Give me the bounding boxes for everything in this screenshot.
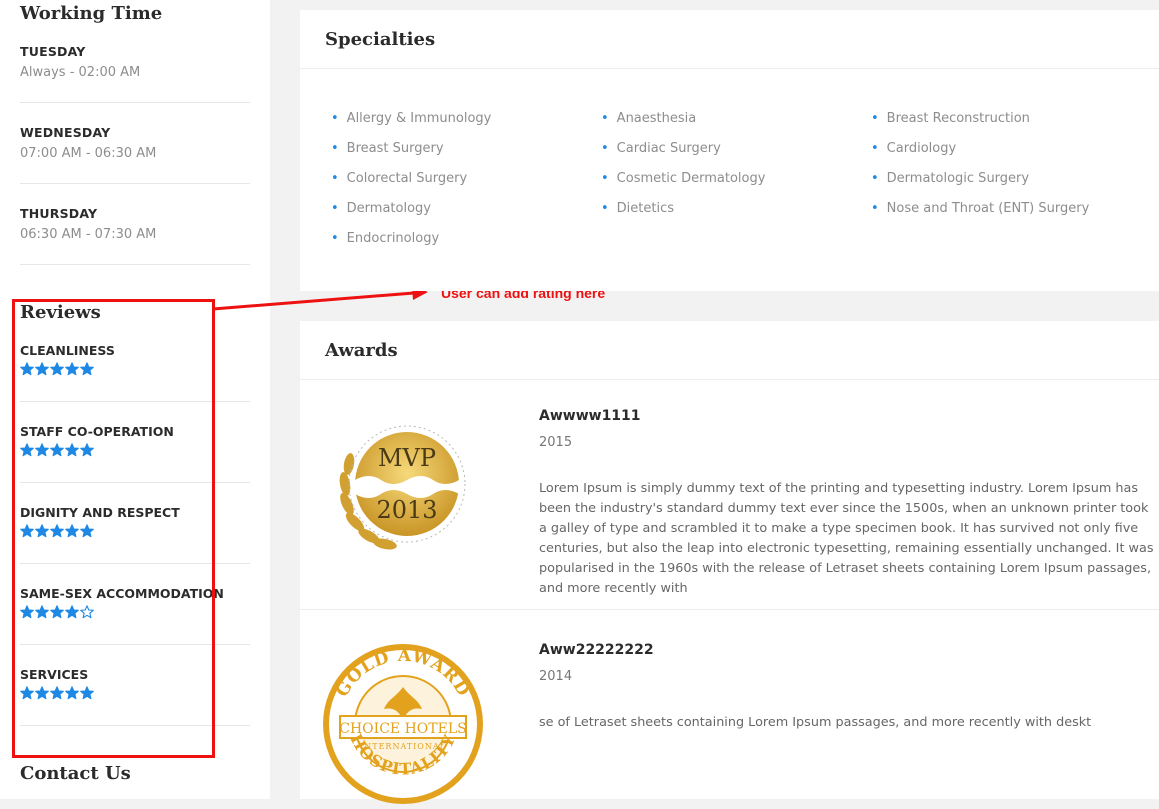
bullet-icon: • <box>331 201 339 216</box>
specialties-title: Specialties <box>325 29 436 50</box>
specialty-item[interactable]: • Dermatologic Surgery <box>871 171 1029 186</box>
bullet-icon: • <box>331 171 339 186</box>
award-description: Lorem Ipsum is simply dummy text of the … <box>539 481 1154 596</box>
bullet-icon: • <box>871 171 879 186</box>
specialty-item[interactable]: • Dietetics <box>601 201 674 216</box>
specialty-label: Breast Surgery <box>346 141 444 156</box>
specialty-item[interactable]: • Cosmetic Dermatology <box>601 171 765 186</box>
contact-title: Contact Us <box>20 763 131 784</box>
bullet-icon: • <box>871 141 879 156</box>
working-time-title: Working Time <box>20 3 163 24</box>
specialty-label: Breast Reconstruction <box>886 111 1030 126</box>
specialty-item[interactable]: • Breast Surgery <box>331 141 444 156</box>
award-year: 2014 <box>539 669 573 684</box>
badge-line1: MVP <box>378 444 436 472</box>
badge-line2: 2013 <box>376 496 437 524</box>
specialty-item[interactable]: • Breast Reconstruction <box>871 111 1030 126</box>
bullet-icon: • <box>871 201 879 216</box>
award-description: se of Letraset sheets containing Lorem I… <box>539 715 1092 730</box>
working-day-thursday: THURSDAY 06:30 AM - 07:30 AM <box>20 206 250 242</box>
mvp-award-badge-image: MVP 2013 <box>339 425 466 550</box>
bullet-icon: • <box>871 111 879 126</box>
specialty-item[interactable]: • Colorectal Surgery <box>331 171 467 186</box>
specialty-item[interactable]: • Allergy & Immunology <box>331 111 491 126</box>
day-hours: Always - 02:00 AM <box>20 65 141 80</box>
specialty-label: Cardiac Surgery <box>616 141 721 156</box>
bullet-icon: • <box>601 201 609 216</box>
specialty-label: Dermatology <box>346 201 431 216</box>
bullet-icon: • <box>601 111 609 126</box>
specialty-label: Cardiology <box>886 141 957 156</box>
specialty-label: Anaesthesia <box>616 111 697 126</box>
choice-hotels-award-badge-image: GOLD AWARD CHOICE HOTELS INTERNATIONAL H… <box>323 644 483 804</box>
bullet-icon: • <box>601 171 609 186</box>
specialty-label: Colorectal Surgery <box>346 171 468 186</box>
specialty-label: Nose and Throat (ENT) Surgery <box>886 201 1090 216</box>
specialty-label: Dietetics <box>616 201 675 216</box>
award-title: Awwww1111 <box>539 408 641 424</box>
working-day-tuesday: TUESDAY Always - 02:00 AM <box>20 44 250 80</box>
specialty-label: Allergy & Immunology <box>346 111 492 126</box>
specialty-item[interactable]: • Anaesthesia <box>601 111 696 126</box>
divider <box>300 379 1159 380</box>
specialty-label: Endocrinology <box>346 231 440 246</box>
bullet-icon: • <box>331 111 339 126</box>
specialties-panel: Specialties • Allergy & Immunology • Breast… <box>300 10 1159 291</box>
specialty-item[interactable]: • Endocrinology <box>331 231 439 246</box>
reviews-highlight-box <box>12 299 215 758</box>
bullet-icon: • <box>601 141 609 156</box>
day-hours: 06:30 AM - 07:30 AM <box>20 227 157 242</box>
award-year: 2015 <box>539 435 573 450</box>
specialty-label: Cosmetic Dermatology <box>616 171 766 186</box>
day-hours: 07:00 AM - 06:30 AM <box>20 146 157 161</box>
divider <box>300 609 1159 610</box>
bullet-icon: • <box>331 231 339 246</box>
day-name: THURSDAY <box>20 206 98 221</box>
divider <box>20 183 250 184</box>
divider <box>20 264 250 265</box>
working-day-wednesday: WEDNESDAY 07:00 AM - 06:30 AM <box>20 125 250 161</box>
specialty-item[interactable]: • Nose and Throat (ENT) Surgery <box>871 201 1089 216</box>
specialty-item[interactable]: • Cardiology <box>871 141 956 156</box>
specialty-item[interactable]: • Dermatology <box>331 201 431 216</box>
awards-title: Awards <box>325 340 398 361</box>
day-name: TUESDAY <box>20 44 86 59</box>
day-name: WEDNESDAY <box>20 125 111 140</box>
divider <box>300 68 1159 69</box>
specialty-item[interactable]: • Cardiac Surgery <box>601 141 721 156</box>
bullet-icon: • <box>331 141 339 156</box>
divider <box>20 102 250 103</box>
awards-panel: Awards MVP 2013 Awwww1111 2015 Lorem Ips… <box>300 321 1159 804</box>
specialty-label: Dermatologic Surgery <box>886 171 1030 186</box>
award-title: Aww22222222 <box>539 642 654 658</box>
